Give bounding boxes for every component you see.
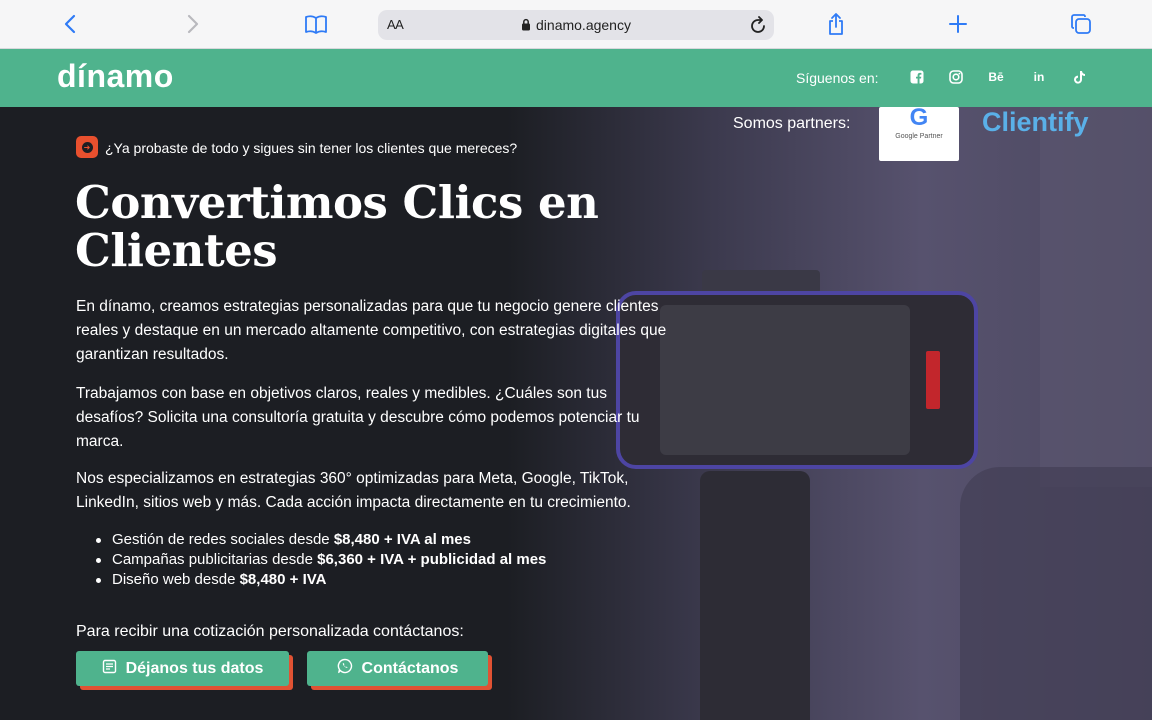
list-item: Gestión de redes sociales desde $8,480 +… (94, 530, 546, 550)
contact-label: Contáctanos (361, 659, 459, 677)
pricing-value: $6,360 + IVA + publicidad al mes (317, 551, 547, 568)
forward-icon[interactable] (180, 11, 206, 37)
clientify-logo[interactable]: Clientify (982, 107, 1089, 138)
lock-icon (521, 18, 531, 34)
google-partner-text: Google Partner (895, 133, 943, 140)
background-decoration (1040, 107, 1152, 487)
google-partner-badge[interactable]: G Google Partner (879, 107, 959, 161)
list-item: Campañas publicitarias desde $6,360 + IV… (94, 550, 546, 570)
back-icon[interactable] (57, 11, 83, 37)
tiktok-icon[interactable] (1071, 69, 1087, 85)
leave-data-button[interactable]: Déjanos tus datos (76, 651, 289, 686)
background-phone-screen (660, 305, 910, 455)
hero-paragraph-2: Trabajamos con base en objetivos claros,… (76, 385, 640, 450)
contact-button[interactable]: Contáctanos (307, 651, 488, 686)
cta-label: Para recibir una cotización personalizad… (76, 623, 464, 640)
background-decoration (960, 467, 1152, 720)
leave-data-label: Déjanos tus datos (125, 659, 264, 677)
new-tab-icon[interactable] (945, 11, 971, 37)
hero-tagline: ¿Ya probaste de todo y sigues sin tener … (105, 140, 518, 156)
partners-label: Somos partners: (733, 115, 851, 132)
hero-headline: Convertimos Clics en Clientes (75, 176, 599, 277)
instagram-icon[interactable] (948, 69, 964, 85)
hero-paragraph-1: En dínamo, creamos estrategias personali… (76, 298, 667, 363)
facebook-icon[interactable] (909, 69, 925, 85)
address-bar[interactable]: AA dinamo.agency (378, 10, 774, 40)
whatsapp-icon (337, 658, 353, 679)
reload-icon[interactable] (749, 15, 767, 40)
pricing-value: $8,480 + IVA (239, 571, 327, 588)
background-gimbal (700, 471, 810, 720)
background-recording-indicator (926, 351, 940, 409)
url-text: dinamo.agency (536, 17, 631, 33)
tabs-overview-icon[interactable] (1068, 11, 1094, 37)
pricing-list: Gestión de redes sociales desde $8,480 +… (94, 530, 546, 590)
bookmarks-icon[interactable] (303, 11, 329, 37)
url-display[interactable]: dinamo.agency (378, 17, 774, 34)
hero-paragraph-3: Nos especializamos en estrategias 360° o… (76, 470, 631, 511)
site-header: dínamo Síguenos en: Bē in (0, 49, 1152, 107)
arrow-badge-icon: ➜ (76, 136, 98, 158)
hero-section: Somos partners: G Google Partner Clienti… (0, 107, 1152, 720)
pricing-label: Diseño web desde (112, 571, 240, 588)
pricing-label: Campañas publicitarias desde (112, 551, 318, 568)
behance-icon[interactable]: Bē (988, 69, 1004, 85)
dinamo-logo[interactable]: dínamo (57, 58, 174, 95)
social-label: Síguenos en: (796, 70, 879, 86)
share-icon[interactable] (823, 11, 849, 37)
pricing-value: $8,480 + IVA al mes (333, 531, 471, 548)
list-item: Diseño web desde $8,480 + IVA (94, 570, 546, 590)
form-icon (102, 659, 117, 679)
browser-toolbar: AA dinamo.agency (0, 0, 1152, 49)
pricing-label: Gestión de redes sociales desde (112, 531, 334, 548)
google-logo-icon: G (909, 107, 929, 131)
linkedin-icon[interactable]: in (1031, 69, 1047, 85)
